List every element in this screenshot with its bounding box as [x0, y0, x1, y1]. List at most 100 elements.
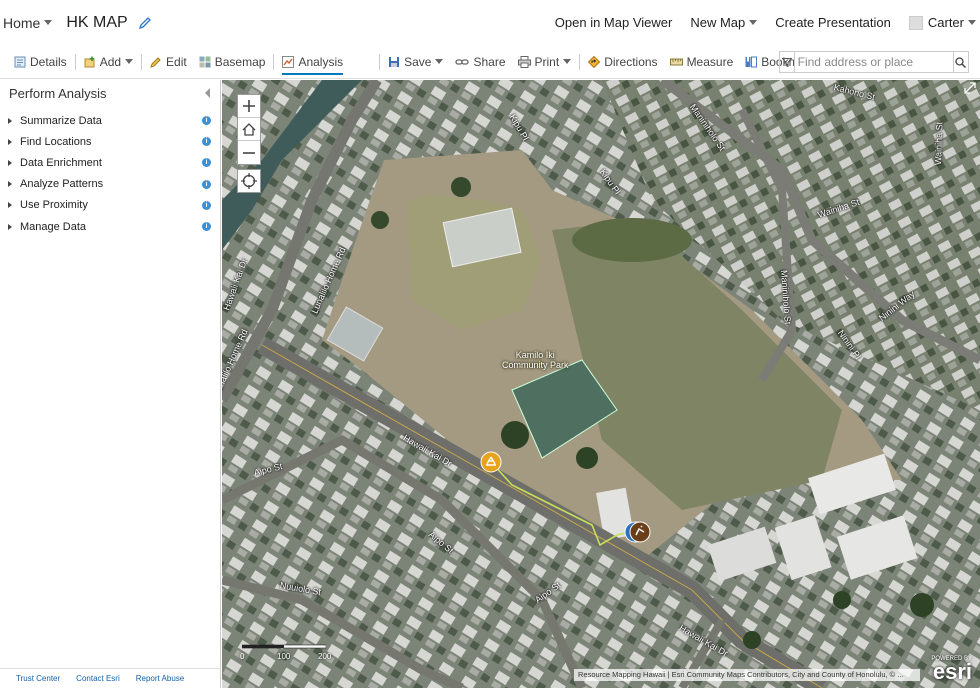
category-find-locations[interactable]: Find Locations i [0, 131, 221, 152]
measure-button[interactable]: Measure [664, 45, 740, 79]
pencil-icon[interactable] [138, 16, 152, 30]
save-label: Save [404, 54, 432, 69]
chevron-down-icon [44, 20, 53, 25]
directions-button[interactable]: Directions [582, 45, 663, 79]
measure-ruler-icon [669, 58, 683, 65]
street-label: Wainiha St [933, 121, 945, 166]
search-input[interactable] [794, 52, 953, 72]
directions-label: Directions [604, 54, 658, 69]
chevron-down-icon [968, 20, 976, 25]
park-label-line-2: Community Park [502, 360, 569, 370]
home-icon [242, 122, 256, 136]
home-menu[interactable]: Home [3, 14, 53, 31]
scale-label-200: 200 [318, 652, 332, 661]
share-button[interactable]: Share [449, 45, 511, 79]
details-icon [14, 56, 26, 67]
analysis-button[interactable]: Analysis [276, 45, 349, 79]
minus-icon [243, 151, 255, 154]
zoom-in-button[interactable] [238, 95, 260, 118]
expand-arrow-icon [8, 202, 12, 209]
category-label: Data Enrichment [20, 156, 102, 169]
category-data-enrichment[interactable]: Data Enrichment i [0, 152, 221, 173]
zoom-out-button[interactable] [238, 141, 260, 164]
expand-arrow-icon [8, 117, 12, 124]
divider [141, 53, 143, 70]
expand-map-icon[interactable] [964, 82, 976, 94]
locate-button[interactable] [237, 169, 261, 193]
add-layer-icon [84, 56, 95, 67]
search-source-dropdown[interactable] [780, 52, 795, 72]
scale-label-0: 0 [240, 652, 245, 661]
edit-button[interactable]: Edit [144, 45, 193, 79]
home-label: Home [3, 14, 41, 31]
divider [579, 53, 581, 70]
category-label: Summarize Data [20, 114, 102, 127]
map-view[interactable]: Kamilo Iki Community Park Kipu Pl Manini… [222, 80, 980, 688]
trust-center-link[interactable]: Trust Center [16, 674, 60, 683]
report-abuse-link[interactable]: Report Abuse [136, 674, 184, 683]
analysis-category-list: Summarize Data i Find Locations i Data E… [0, 110, 221, 237]
top-bar: Home HK MAP Open in Map Viewer New Map C… [0, 0, 980, 45]
search-button[interactable] [952, 52, 968, 72]
edit-label: Edit [166, 54, 187, 69]
search-icon [955, 56, 967, 68]
print-label: Print [534, 54, 560, 69]
new-map-menu[interactable]: New Map [690, 15, 758, 30]
category-use-proximity[interactable]: Use Proximity i [0, 195, 221, 216]
new-map-label: New Map [690, 15, 746, 30]
create-presentation-link[interactable]: Create Presentation [775, 15, 891, 30]
category-summarize-data[interactable]: Summarize Data i [0, 110, 221, 131]
bookmark-icon [745, 56, 758, 67]
zoom-controls [237, 94, 261, 165]
info-icon[interactable]: i [202, 116, 211, 126]
info-icon[interactable]: i [202, 179, 211, 189]
analysis-icon [282, 55, 295, 68]
expand-arrow-icon [8, 181, 12, 188]
park-label: Kamilo Iki Community Park [502, 350, 569, 370]
analysis-panel: Perform Analysis Summarize Data i Find L… [0, 80, 221, 688]
basemap-button[interactable]: Basemap [193, 45, 272, 79]
expand-arrow-icon [8, 138, 12, 145]
category-label: Manage Data [20, 220, 87, 233]
map-title: HK MAP [66, 13, 128, 31]
category-manage-data[interactable]: Manage Data i [0, 216, 221, 237]
category-analyze-patterns[interactable]: Analyze Patterns i [0, 174, 221, 195]
map-toolbar: Details Add Edit Basemap Analysis Save S… [0, 45, 980, 79]
edit-pencil-icon [150, 56, 161, 68]
category-label: Analyze Patterns [20, 178, 104, 191]
info-icon[interactable]: i [202, 158, 211, 168]
info-icon[interactable]: i [202, 200, 211, 210]
default-extent-button[interactable] [238, 118, 260, 141]
open-in-map-viewer-link[interactable]: Open in Map Viewer [555, 15, 673, 30]
basemap-label: Basemap [214, 54, 266, 69]
add-button[interactable]: Add [78, 45, 139, 79]
avatar [908, 15, 923, 30]
info-icon[interactable]: i [202, 222, 211, 232]
analysis-label: Analysis [298, 54, 344, 69]
save-disk-icon [389, 56, 400, 67]
picnic-marker-icon[interactable] [480, 451, 502, 473]
crosshair-icon [241, 173, 257, 189]
chevron-down-icon [435, 59, 444, 64]
divider [74, 53, 76, 70]
map-attribution[interactable]: Resource Mapping Hawaii | Esri Community… [574, 669, 920, 681]
funnel-icon [781, 57, 792, 67]
save-button[interactable]: Save [382, 45, 449, 79]
add-label: Add [99, 54, 122, 69]
info-icon[interactable]: i [202, 137, 211, 147]
panel-title: Perform Analysis [9, 86, 107, 101]
print-button[interactable]: Print [512, 45, 578, 79]
chevron-down-icon [563, 59, 572, 64]
esri-wordmark: esri [932, 659, 972, 684]
details-button[interactable]: Details [8, 45, 73, 79]
contact-esri-link[interactable]: Contact Esri [76, 674, 120, 683]
chevron-down-icon [125, 59, 134, 64]
measure-label: Measure [686, 54, 734, 69]
collapse-panel-icon[interactable] [205, 88, 210, 98]
user-name: Carter [927, 15, 964, 30]
expand-arrow-icon [8, 223, 12, 230]
restroom-marker-icon[interactable] [623, 520, 653, 544]
divider [273, 53, 275, 70]
user-menu[interactable]: Carter [908, 15, 976, 30]
scale-bar: 0 100 200 [240, 642, 331, 664]
